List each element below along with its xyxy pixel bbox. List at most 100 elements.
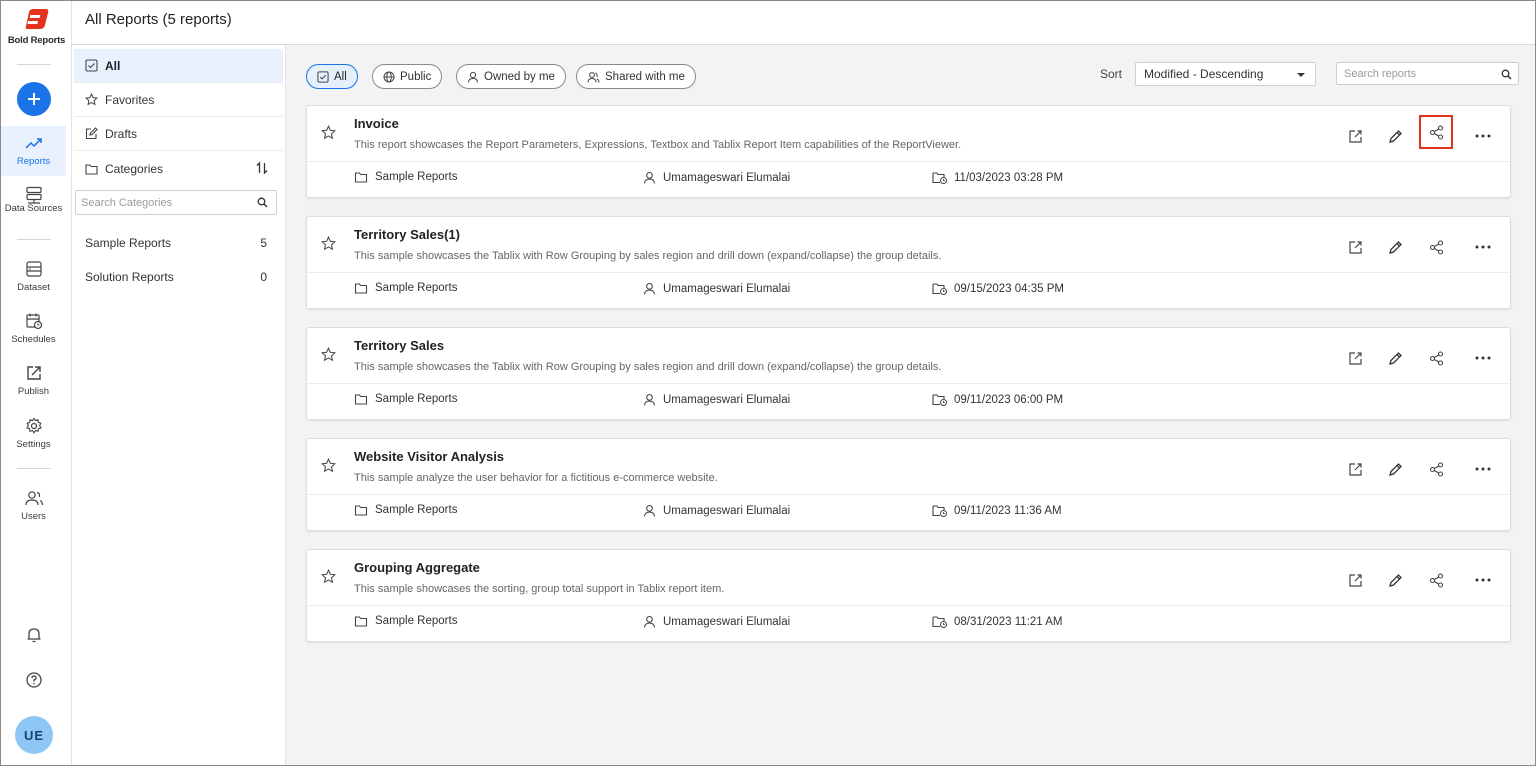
search-reports-input[interactable]: Search reports bbox=[1336, 62, 1519, 85]
nav-data-sources[interactable]: Data Sources bbox=[1, 178, 66, 228]
checkbox-icon bbox=[317, 70, 329, 83]
report-modified: 08/31/2023 11:21 AM bbox=[932, 615, 1063, 628]
edit-report-button[interactable] bbox=[1382, 456, 1408, 482]
report-modified-label: 09/15/2023 04:35 PM bbox=[954, 282, 1064, 295]
report-modified: 09/15/2023 04:35 PM bbox=[932, 282, 1064, 295]
chip-shared-with-me[interactable]: Shared with me bbox=[576, 64, 696, 89]
sort-dropdown[interactable]: Modified - Descending bbox=[1135, 62, 1316, 86]
share-report-button[interactable] bbox=[1423, 567, 1449, 593]
share-report-button[interactable] bbox=[1423, 345, 1449, 371]
report-card[interactable]: Website Visitor Analysis This sample ana… bbox=[306, 438, 1511, 531]
edit-report-button[interactable] bbox=[1382, 345, 1408, 371]
category-name: Solution Reports bbox=[85, 270, 174, 284]
share-report-button[interactable] bbox=[1423, 456, 1449, 482]
share-icon bbox=[1429, 124, 1443, 140]
external-link-icon bbox=[1348, 240, 1362, 254]
help-icon bbox=[25, 672, 42, 688]
edit-report-button[interactable] bbox=[1382, 234, 1408, 260]
search-icon bbox=[257, 197, 268, 208]
favorite-toggle[interactable] bbox=[321, 347, 336, 362]
chip-owned-by-me[interactable]: Owned by me bbox=[456, 64, 566, 89]
rail-divider bbox=[17, 64, 51, 65]
chip-all[interactable]: All bbox=[306, 64, 358, 89]
favorite-toggle[interactable] bbox=[321, 569, 336, 584]
category-item[interactable]: Sample Reports 5 bbox=[85, 236, 267, 250]
report-title[interactable]: Website Visitor Analysis bbox=[354, 449, 504, 464]
share-report-button[interactable] bbox=[1423, 234, 1449, 260]
report-card[interactable]: Territory Sales This sample showcases th… bbox=[306, 327, 1511, 420]
open-report-button[interactable] bbox=[1342, 345, 1368, 371]
user-icon bbox=[644, 615, 655, 628]
nav-data-sources-label: Data Sources bbox=[4, 203, 63, 214]
brand-logo[interactable]: Bold Reports bbox=[1, 7, 72, 46]
star-icon bbox=[321, 569, 336, 584]
help-button[interactable] bbox=[1, 671, 66, 689]
create-new-button[interactable] bbox=[17, 82, 51, 116]
nav-reports-label: Reports bbox=[16, 156, 51, 167]
report-description: This report showcases the Report Paramet… bbox=[354, 139, 962, 151]
search-categories-input[interactable]: Search Categories bbox=[75, 190, 277, 215]
favorite-toggle[interactable] bbox=[321, 236, 336, 251]
report-category-label: Sample Reports bbox=[375, 504, 458, 516]
report-card[interactable]: Territory Sales(1) This sample showcases… bbox=[306, 216, 1511, 309]
pencil-icon bbox=[1388, 240, 1402, 254]
page-title: All Reports (5 reports) bbox=[85, 11, 232, 28]
nav-publish[interactable]: Publish bbox=[1, 356, 66, 406]
open-report-button[interactable] bbox=[1342, 567, 1368, 593]
report-category: Sample Reports bbox=[354, 504, 457, 516]
favorite-toggle[interactable] bbox=[321, 125, 336, 140]
more-options-button[interactable] bbox=[1470, 345, 1496, 371]
user-avatar[interactable]: UE bbox=[15, 716, 53, 754]
folder-icon bbox=[354, 505, 368, 516]
chevron-down-icon bbox=[1297, 73, 1305, 77]
more-options-button[interactable] bbox=[1470, 234, 1496, 260]
filter-favorites[interactable]: Favorites bbox=[74, 83, 283, 117]
bold-reports-logo-icon bbox=[25, 9, 48, 29]
edit-report-button[interactable] bbox=[1382, 567, 1408, 593]
folder-clock-icon bbox=[932, 172, 947, 184]
nav-schedules-label: Schedules bbox=[11, 334, 56, 345]
report-card[interactable]: Invoice This report showcases the Report… bbox=[306, 105, 1511, 198]
more-options-button[interactable] bbox=[1470, 456, 1496, 482]
sort-value: Modified - Descending bbox=[1144, 67, 1264, 81]
report-description: This sample analyze the user behavior fo… bbox=[354, 472, 718, 484]
report-category: Sample Reports bbox=[354, 171, 457, 183]
report-category-label: Sample Reports bbox=[375, 615, 458, 627]
nav-schedules[interactable]: Schedules bbox=[1, 304, 66, 354]
notifications-button[interactable] bbox=[1, 626, 66, 644]
report-category-label: Sample Reports bbox=[375, 282, 458, 294]
share-report-button[interactable] bbox=[1419, 115, 1453, 149]
edit-report-button[interactable] bbox=[1382, 123, 1408, 149]
dataset-icon bbox=[25, 261, 42, 277]
report-owner-label: Umamageswari Elumalai bbox=[663, 282, 791, 295]
more-options-button[interactable] bbox=[1470, 123, 1496, 149]
category-item[interactable]: Solution Reports 0 bbox=[85, 270, 267, 284]
trend-icon bbox=[24, 138, 42, 149]
ellipsis-icon bbox=[1475, 356, 1491, 360]
report-modified: 09/11/2023 11:36 AM bbox=[932, 504, 1062, 517]
filter-all[interactable]: All bbox=[74, 49, 283, 83]
report-title[interactable]: Territory Sales bbox=[354, 338, 444, 353]
nav-users[interactable]: Users bbox=[1, 481, 66, 531]
report-card[interactable]: Grouping Aggregate This sample showcases… bbox=[306, 549, 1511, 642]
open-report-button[interactable] bbox=[1342, 456, 1368, 482]
report-title[interactable]: Grouping Aggregate bbox=[354, 560, 480, 575]
nav-settings-label: Settings bbox=[16, 439, 51, 450]
ellipsis-icon bbox=[1475, 467, 1491, 471]
favorite-toggle[interactable] bbox=[321, 458, 336, 473]
chip-public[interactable]: Public bbox=[372, 64, 443, 89]
report-title[interactable]: Invoice bbox=[354, 116, 399, 131]
nav-dataset[interactable]: Dataset bbox=[1, 252, 66, 302]
categories-header: Categories bbox=[74, 152, 283, 186]
more-options-button[interactable] bbox=[1470, 567, 1496, 593]
filter-drafts[interactable]: Drafts bbox=[74, 117, 283, 151]
category-count: 5 bbox=[260, 236, 267, 250]
open-report-button[interactable] bbox=[1342, 234, 1368, 260]
report-title[interactable]: Territory Sales(1) bbox=[354, 227, 460, 242]
sort-categories-button[interactable] bbox=[255, 161, 269, 175]
open-report-button[interactable] bbox=[1342, 123, 1368, 149]
nav-users-label: Users bbox=[21, 511, 46, 522]
nav-settings[interactable]: Settings bbox=[1, 409, 66, 459]
report-modified-label: 08/31/2023 11:21 AM bbox=[954, 615, 1063, 628]
nav-reports[interactable]: Reports bbox=[1, 126, 66, 176]
